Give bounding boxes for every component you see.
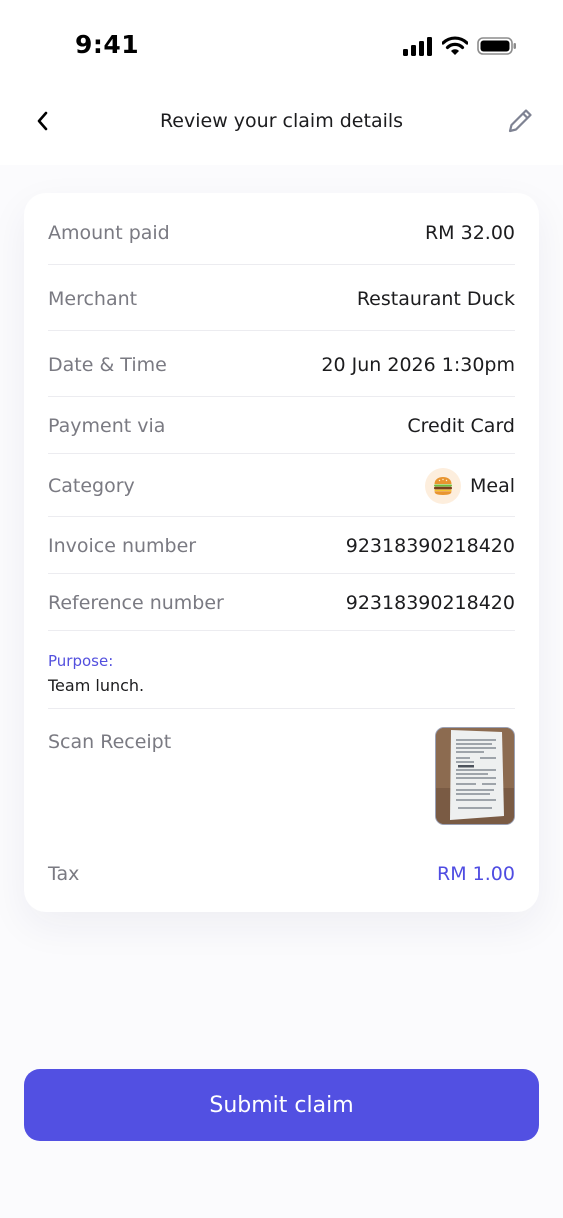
merchant-label: Merchant	[48, 287, 138, 310]
category-value: Meal	[424, 467, 515, 504]
category-name: Meal	[469, 474, 515, 497]
reference-number-value: 92318390218420	[345, 591, 515, 614]
merchant-value: Restaurant Duck	[356, 287, 515, 310]
amount-paid-label: Amount paid	[48, 221, 170, 244]
receipt-thumbnail[interactable]	[435, 727, 515, 825]
reference-number-row: Reference number 92318390218420	[48, 575, 515, 631]
scan-receipt-row: Scan Receipt	[48, 727, 515, 825]
merchant-row: Merchant Restaurant Duck	[48, 267, 515, 331]
purpose-block: Purpose: Team lunch.	[48, 649, 515, 709]
status-bar: 9:41	[0, 0, 563, 90]
wifi-icon	[441, 36, 469, 60]
hamburger-icon	[424, 467, 461, 504]
date-time-value: 20 Jun 2026 1:30pm	[321, 353, 515, 376]
category-row: Category Meal	[48, 455, 515, 517]
amount-paid-value: RM 32.00	[424, 221, 515, 244]
payment-via-label: Payment via	[48, 415, 166, 437]
invoice-number-value: 92318390218420	[345, 534, 515, 557]
edit-button[interactable]	[503, 106, 537, 140]
page-title: Review your claim details	[159, 110, 404, 132]
tax-value: RM 1.00	[437, 863, 515, 885]
header-bar: Review your claim details	[0, 90, 563, 165]
reference-number-label: Reference number	[48, 591, 224, 614]
claim-review-screen: 9:41 Review your claim details Amount pa…	[0, 0, 563, 1218]
pencil-icon	[505, 106, 535, 140]
invoice-number-label: Invoice number	[48, 534, 197, 557]
status-time: 9:41	[75, 30, 140, 59]
date-time-label: Date & Time	[48, 353, 167, 376]
payment-via-row: Payment via Credit Card	[48, 399, 515, 454]
battery-icon	[477, 36, 517, 60]
submit-claim-button[interactable]: Submit claim	[24, 1069, 539, 1141]
invoice-number-row: Invoice number 92318390218420	[48, 518, 515, 574]
amount-paid-row: Amount paid RM 32.00	[48, 201, 515, 265]
tax-row: Tax RM 1.00	[48, 843, 515, 905]
status-icons	[403, 36, 517, 60]
payment-via-value: Credit Card	[407, 415, 515, 437]
category-label: Category	[48, 474, 135, 497]
purpose-label: Purpose:	[48, 652, 114, 670]
date-time-row: Date & Time 20 Jun 2026 1:30pm	[48, 333, 515, 397]
purpose-value: Team lunch.	[48, 676, 145, 695]
claim-details-card: Amount paid RM 32.00 Merchant Restaurant…	[24, 193, 539, 912]
tax-label: Tax	[48, 863, 80, 885]
cellular-signal-icon	[403, 36, 433, 60]
scan-receipt-label: Scan Receipt	[48, 731, 172, 753]
